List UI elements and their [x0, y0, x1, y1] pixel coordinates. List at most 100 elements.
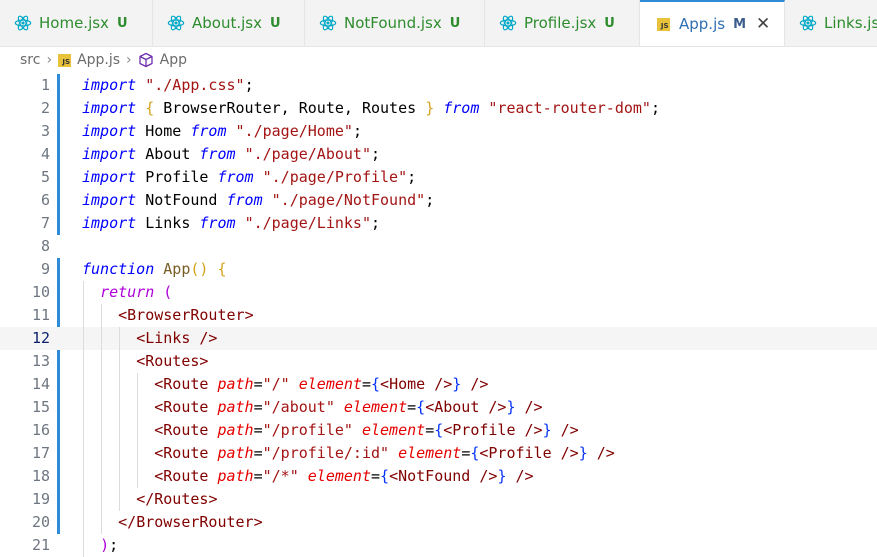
- react-icon: [319, 14, 337, 32]
- code-token: Route: [163, 375, 209, 393]
- code-text: <Route path="/" element={<Home />} />: [82, 373, 488, 396]
- code-token: />: [560, 421, 579, 439]
- tab-app-js[interactable]: JS App.js M ✕: [640, 0, 785, 46]
- git-status-badge: U: [116, 15, 128, 31]
- git-status-badge: U: [604, 15, 615, 31]
- line-number: 18: [31, 467, 50, 485]
- tab-notfound-jsx[interactable]: NotFound.jsx U: [305, 0, 485, 46]
- breadcrumb: src › JS App.js › App: [0, 46, 877, 74]
- code-token: ;: [650, 99, 660, 117]
- code-token: />: [560, 444, 579, 462]
- code-editor[interactable]: 1 import "./App.css"; 2 import { BrowserRou…: [0, 74, 877, 557]
- code-line[interactable]: 20 </BrowserRouter>: [0, 511, 877, 534]
- close-icon[interactable]: ✕: [756, 14, 770, 34]
- tab-label: Links.jsx: [824, 14, 877, 32]
- breadcrumb-folder[interactable]: src: [20, 52, 40, 68]
- code-token: BrowserRouter, Route, Routes: [154, 99, 426, 117]
- code-line[interactable]: 9 function App() {: [0, 258, 877, 281]
- code-token: }: [452, 375, 462, 393]
- code-token: >: [208, 490, 218, 508]
- react-icon: [167, 14, 185, 32]
- code-token: =: [407, 398, 417, 416]
- code-token: Route: [163, 421, 209, 439]
- line-number: 10: [31, 283, 50, 301]
- code-line[interactable]: 13 <Routes>: [0, 350, 877, 373]
- code-token: <: [136, 352, 146, 370]
- code-token: }: [542, 421, 552, 439]
- code-line[interactable]: 6 import NotFound from "./page/NotFound";: [0, 189, 877, 212]
- code-token: import: [82, 168, 137, 186]
- indent-guide: [83, 281, 84, 557]
- code-line[interactable]: 8: [0, 235, 877, 258]
- breadcrumb-file[interactable]: App.js: [77, 52, 120, 68]
- indent-guide: [137, 373, 139, 488]
- code-token: ;: [371, 145, 381, 163]
- code-line[interactable]: 1 import "./App.css";: [0, 74, 877, 97]
- code-line[interactable]: 5 import Profile from "./page/Profile";: [0, 166, 877, 189]
- code-token: Home: [136, 122, 191, 140]
- code-line[interactable]: 2 import { BrowserRouter, Route, Routes }…: [0, 97, 877, 120]
- line-number: 3: [40, 122, 50, 140]
- code-token: "/profile": [262, 421, 353, 439]
- code-line[interactable]: 16 <Route path="/profile" element={<Prof…: [0, 419, 877, 442]
- code-token: "./App.css": [145, 76, 245, 94]
- code-line[interactable]: 11 <BrowserRouter>: [0, 304, 877, 327]
- code-token: BrowserRouter: [127, 306, 245, 324]
- code-text: <Route path="/*" element={<NotFound />} …: [82, 465, 533, 488]
- code-line[interactable]: 18 <Route path="/*" element={<NotFound /…: [0, 465, 877, 488]
- code-line[interactable]: 7 import Links from "./page/Links";: [0, 212, 877, 235]
- line-number: 20: [31, 513, 50, 531]
- code-token: from: [199, 214, 236, 232]
- tab-about-jsx[interactable]: About.jsx U: [153, 0, 305, 46]
- code-line[interactable]: 17 <Route path="/profile/:id" element={<…: [0, 442, 877, 465]
- line-number: 4: [40, 145, 50, 163]
- code-text: <BrowserRouter>: [82, 304, 253, 327]
- code-token: =: [361, 375, 371, 393]
- code-token: Routes: [145, 352, 200, 370]
- code-line[interactable]: 12 <Links />: [0, 327, 877, 350]
- code-text: </BrowserRouter>: [82, 511, 263, 534]
- code-token: Routes: [154, 490, 209, 508]
- code-token: "react-router-dom": [488, 99, 651, 117]
- code-line[interactable]: 10 return (: [0, 281, 877, 304]
- code-line[interactable]: 3 import Home from "./page/Home";: [0, 120, 877, 143]
- tab-profile-jsx[interactable]: Profile.jsx U: [485, 0, 640, 46]
- code-line[interactable]: 19 </Routes>: [0, 488, 877, 511]
- code-token: {: [371, 375, 381, 393]
- code-token: ;: [407, 168, 417, 186]
- code-token: {: [380, 467, 390, 485]
- code-line[interactable]: 4 import About from "./page/About";: [0, 143, 877, 166]
- git-status-badge: U: [269, 15, 281, 31]
- code-text: <Route path="/profile/:id" element={<Pro…: [82, 442, 615, 465]
- line-number: 13: [31, 352, 50, 370]
- git-status-badge: U: [449, 15, 461, 31]
- code-token: "/": [262, 375, 290, 393]
- code-token: "/profile/:id": [262, 444, 390, 462]
- code-line[interactable]: 15 <Route path="/about" element={<About …: [0, 396, 877, 419]
- tab-links-jsx[interactable]: Links.jsx: [785, 0, 877, 46]
- line-number: 11: [31, 306, 50, 324]
- code-token: path: [217, 375, 254, 393]
- code-token: ;: [352, 122, 362, 140]
- code-line[interactable]: 14 <Route path="/" element={<Home />} />: [0, 373, 877, 396]
- code-token: Profile: [488, 444, 552, 462]
- breadcrumb-symbol[interactable]: App: [160, 52, 187, 68]
- code-text: import Profile from "./page/Profile";: [82, 166, 416, 189]
- react-icon: [14, 14, 32, 32]
- code-token: />: [488, 398, 507, 416]
- code-text: return (: [82, 281, 172, 304]
- code-token: import: [82, 76, 137, 94]
- line-number: 8: [40, 237, 50, 255]
- code-text: import NotFound from "./page/NotFound";: [82, 189, 434, 212]
- code-text: <Links />: [82, 327, 217, 350]
- js-file-icon: JS: [58, 53, 72, 67]
- tab-home-jsx[interactable]: Home.jsx U: [0, 0, 153, 46]
